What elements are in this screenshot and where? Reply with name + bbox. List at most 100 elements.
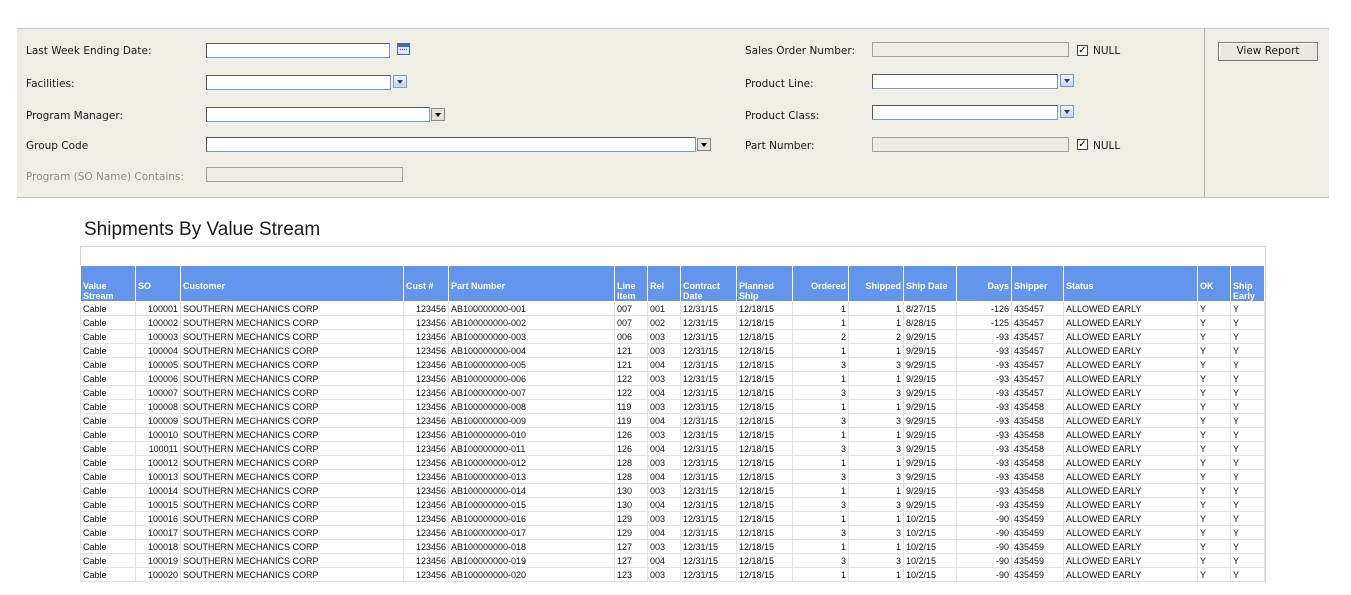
table-cell: 3	[792, 469, 849, 484]
table-cell: Y	[1197, 497, 1231, 512]
table-cell: 12/18/15	[736, 427, 793, 442]
last-week-ending-date-label: Last Week Ending Date:	[26, 45, 152, 57]
table-cell: 9/29/15	[903, 385, 957, 400]
table-cell: AB100000000-016	[448, 511, 615, 526]
table-cell: 2	[848, 329, 904, 344]
facilities-dropdown-button[interactable]	[393, 75, 407, 88]
table-cell: 12/18/15	[736, 469, 793, 484]
report-title: Shipments By Value Stream	[84, 219, 321, 240]
product-line-select[interactable]	[872, 74, 1058, 89]
table-cell: 9/29/15	[903, 413, 957, 428]
column-header[interactable]: Days	[956, 265, 1012, 302]
table-cell: -93	[956, 399, 1012, 414]
table-cell: 3	[848, 553, 904, 568]
table-cell: 2	[792, 329, 849, 344]
table-cell: 435457	[1011, 315, 1064, 330]
table-cell: 12/31/15	[680, 427, 737, 442]
column-header-label: Contract Date	[683, 281, 721, 301]
product-line-label: Product Line:	[745, 78, 814, 90]
table-cell: 8/28/15	[903, 315, 957, 330]
program-manager-select[interactable]	[206, 107, 430, 122]
table-cell: 1	[848, 483, 904, 498]
product-class-select[interactable]	[872, 105, 1058, 120]
table-cell: 435459	[1011, 497, 1064, 512]
column-header[interactable]: Ship Date	[903, 265, 957, 302]
column-header[interactable]: SO	[135, 265, 181, 302]
table-cell: 9/29/15	[903, 483, 957, 498]
table-cell: 003	[647, 539, 681, 554]
table-cell: 1	[792, 455, 849, 470]
part-number-input[interactable]	[872, 137, 1069, 152]
program-contains-input[interactable]	[206, 167, 403, 182]
table-cell: ALLOWED EARLY	[1063, 455, 1198, 470]
table-cell: ALLOWED EARLY	[1063, 413, 1198, 428]
facilities-select[interactable]	[206, 75, 391, 90]
part-number-null-checkbox[interactable]: ✓	[1077, 139, 1088, 150]
table-cell: 123456	[403, 567, 449, 582]
sales-order-number-input[interactable]	[872, 42, 1069, 57]
table-cell: ALLOWED EARLY	[1063, 427, 1198, 442]
table-cell: 12/31/15	[680, 469, 737, 484]
column-header[interactable]: OK	[1197, 265, 1231, 302]
column-header[interactable]: Status	[1063, 265, 1198, 302]
table-cell: 130	[614, 483, 648, 498]
sales-order-null-checkbox[interactable]: ✓	[1077, 45, 1088, 56]
column-header[interactable]: Line Item	[614, 265, 648, 302]
product-line-dropdown-button[interactable]	[1060, 74, 1074, 87]
table-cell: -126	[956, 301, 1012, 316]
column-header[interactable]: Ordered	[792, 265, 849, 302]
column-header[interactable]: Shipped	[848, 265, 904, 302]
table-cell: -90	[956, 511, 1012, 526]
column-header[interactable]: Planned Ship	[736, 265, 793, 302]
table-cell: Y	[1197, 567, 1231, 582]
table-cell: Y	[1230, 553, 1265, 568]
table-cell: 1	[848, 427, 904, 442]
table-cell: Y	[1230, 371, 1265, 386]
calendar-icon[interactable]	[397, 43, 410, 55]
chevron-down-icon	[1064, 109, 1070, 114]
table-cell: 003	[647, 399, 681, 414]
table-cell: 3	[792, 357, 849, 372]
table-cell: 12/31/15	[680, 329, 737, 344]
table-cell: 004	[647, 441, 681, 456]
table-cell: Y	[1197, 469, 1231, 484]
view-report-button[interactable]: View Report	[1218, 42, 1318, 61]
table-cell: Y	[1197, 329, 1231, 344]
column-header[interactable]: Value Stream	[80, 265, 136, 302]
table-cell: 3	[848, 469, 904, 484]
table-cell: Y	[1230, 301, 1265, 316]
column-header[interactable]: Customer	[180, 265, 404, 302]
column-header[interactable]: Shipper	[1011, 265, 1064, 302]
table-row: Cable 100002 SOUTHERN MECHANICS CORP 123456…	[80, 315, 1265, 330]
column-header[interactable]: Part Number	[448, 265, 615, 302]
column-header[interactable]: Contract Date	[680, 265, 737, 302]
table-cell: Cable	[80, 315, 136, 330]
column-header[interactable]: Rel	[647, 265, 681, 302]
table-cell: ALLOWED EARLY	[1063, 567, 1198, 582]
table-cell: 1	[848, 399, 904, 414]
table-cell: Cable	[80, 427, 136, 442]
table-cell: Y	[1197, 483, 1231, 498]
table-cell: 1	[848, 301, 904, 316]
table-cell: 100011	[135, 441, 181, 456]
column-header[interactable]: Cust #	[403, 265, 449, 302]
product-class-dropdown-button[interactable]	[1060, 105, 1074, 118]
table-cell: Y	[1197, 427, 1231, 442]
table-cell: 12/18/15	[736, 357, 793, 372]
table-cell: 12/18/15	[736, 329, 793, 344]
table-cell: -90	[956, 539, 1012, 554]
group-code-dropdown-button[interactable]	[697, 138, 711, 151]
table-cell: ALLOWED EARLY	[1063, 511, 1198, 526]
column-header[interactable]: Ship Early	[1230, 265, 1265, 302]
group-code-select[interactable]	[206, 137, 696, 152]
table-cell: 12/18/15	[736, 455, 793, 470]
table-cell: 004	[647, 497, 681, 512]
table-row: Cable 100014 SOUTHERN MECHANICS CORP 123456…	[80, 483, 1265, 498]
table-cell: 126	[614, 441, 648, 456]
table-cell: Cable	[80, 301, 136, 316]
table-cell: 100010	[135, 427, 181, 442]
program-manager-dropdown-button[interactable]	[431, 108, 445, 121]
table-cell: Y	[1197, 357, 1231, 372]
table-cell: Cable	[80, 567, 136, 582]
last-week-ending-date-input[interactable]	[206, 43, 390, 58]
